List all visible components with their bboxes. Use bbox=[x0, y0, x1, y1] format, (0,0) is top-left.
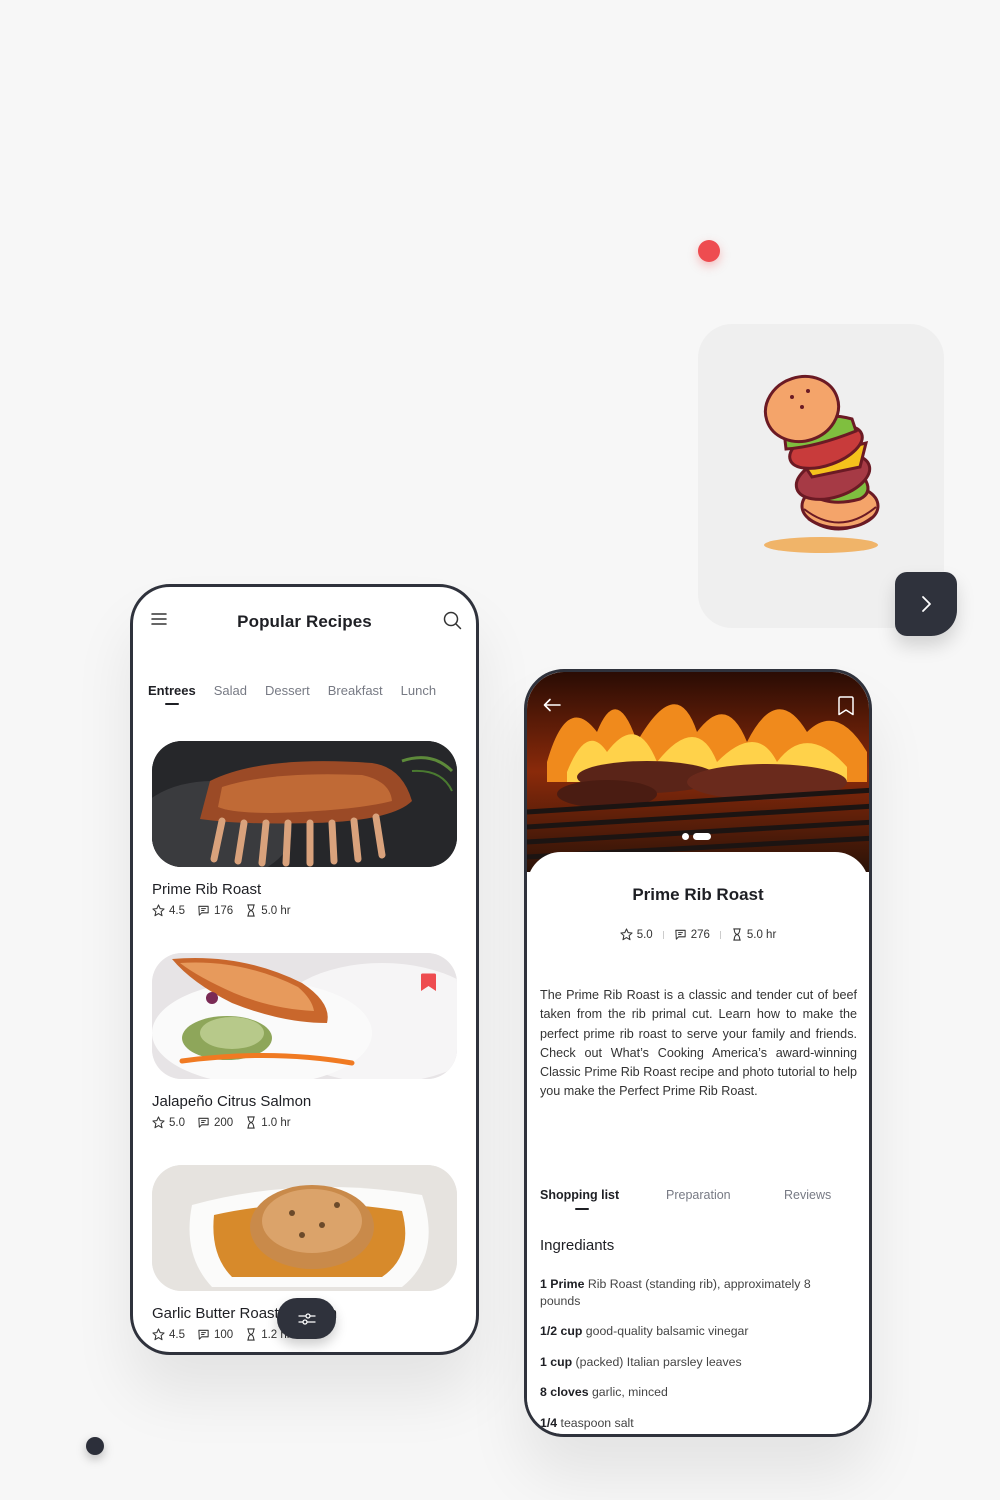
comment-icon bbox=[198, 905, 209, 916]
time-value: 5.0 hr bbox=[746, 928, 777, 941]
tab-lunch[interactable]: Lunch bbox=[401, 683, 436, 698]
divider bbox=[662, 930, 664, 939]
pager-dot-active[interactable] bbox=[693, 833, 711, 840]
recipe-list-phone: Popular Recipes Entrees Salad Dessert Br… bbox=[130, 584, 479, 1355]
hourglass-icon bbox=[733, 928, 741, 941]
recipe-meta: 5.0 200 1.0 hr bbox=[152, 1116, 459, 1129]
hourglass-icon bbox=[247, 1328, 255, 1341]
comment-icon bbox=[198, 1117, 209, 1128]
back-arrow-icon[interactable] bbox=[543, 698, 561, 712]
list-header: Popular Recipes bbox=[133, 587, 476, 657]
decorative-dark-dot bbox=[86, 1437, 104, 1455]
tab-entrees[interactable]: Entrees bbox=[148, 683, 196, 705]
recipe-name: Prime Rib Roast bbox=[152, 881, 262, 898]
ingredients-heading: Ingrediants bbox=[540, 1237, 615, 1254]
comment-icon bbox=[198, 1329, 209, 1340]
pager-dot[interactable] bbox=[682, 833, 689, 840]
recipe-image-salmon[interactable] bbox=[152, 953, 457, 1079]
ingredient-qty: 1 Prime bbox=[540, 1277, 585, 1291]
recipe-card[interactable]: Jalapeño Citrus Salmon 5.0 200 1.0 hr bbox=[152, 953, 459, 1129]
ingredient-text: garlic, minced bbox=[588, 1385, 668, 1399]
chevron-right-icon bbox=[922, 596, 931, 612]
ingredient-qty: 8 cloves bbox=[540, 1385, 589, 1399]
recipe-title: Prime Rib Roast bbox=[632, 885, 764, 904]
ingredient-qty: 1/4 bbox=[540, 1415, 558, 1430]
next-button[interactable] bbox=[895, 572, 957, 636]
burger-illustration bbox=[763, 374, 880, 553]
ingredient-text: teaspoon salt bbox=[557, 1415, 634, 1430]
filter-sliders-icon bbox=[297, 1312, 316, 1325]
comments-value: 276 bbox=[690, 928, 710, 941]
ingredient-text: (packed) Italian parsley leaves bbox=[572, 1354, 742, 1369]
time-value: 5.0 hr bbox=[261, 904, 291, 917]
recipe-image-rib-roast[interactable] bbox=[152, 741, 457, 867]
tab-reviews[interactable]: Reviews bbox=[784, 1188, 831, 1202]
search-icon[interactable] bbox=[443, 611, 462, 630]
star-icon bbox=[152, 1116, 165, 1129]
divider bbox=[719, 930, 721, 939]
recipe-meta: 5.0 276 5.0 hr bbox=[527, 928, 869, 941]
tab-dessert[interactable]: Dessert bbox=[265, 683, 310, 698]
tab-preparation[interactable]: Preparation bbox=[666, 1188, 731, 1202]
recipe-card[interactable]: Prime Rib Roast 4.5 176 5.0 hr bbox=[152, 741, 459, 917]
comments-value: 176 bbox=[214, 904, 234, 917]
star-icon bbox=[152, 1328, 165, 1341]
filter-button[interactable] bbox=[277, 1298, 336, 1339]
decorative-red-dot bbox=[698, 240, 720, 262]
recipe-meta: 4.5 176 5.0 hr bbox=[152, 904, 459, 917]
ingredient-item: 8 cloves garlic, minced bbox=[540, 1384, 840, 1401]
image-pager bbox=[682, 833, 711, 840]
ingredient-item: 1 Prime Rib Roast (standing rib), approx… bbox=[540, 1276, 840, 1309]
comments-value: 200 bbox=[214, 1116, 234, 1129]
bookmark-filled-icon[interactable] bbox=[420, 973, 437, 992]
rating-value: 5.0 bbox=[636, 928, 653, 941]
time-value: 1.0 hr bbox=[261, 1116, 291, 1129]
category-tabs: Entrees Salad Dessert Breakfast Lunch bbox=[148, 683, 454, 705]
rating-value: 4.5 bbox=[169, 1328, 185, 1341]
hourglass-icon bbox=[247, 904, 255, 917]
star-icon bbox=[620, 928, 633, 941]
recipe-detail-phone: Prime Rib Roast 5.0 276 5.0 hr The Prime… bbox=[524, 669, 872, 1437]
hourglass-icon bbox=[247, 1116, 255, 1129]
star-icon bbox=[152, 904, 165, 917]
recipe-name: Jalapeño Citrus Salmon bbox=[152, 1093, 312, 1110]
recipe-description: The Prime Rib Roast is a classic and ten… bbox=[540, 988, 857, 1099]
ingredient-text: good-quality balsamic vinegar bbox=[582, 1324, 749, 1338]
tab-shopping-list[interactable]: Shopping list bbox=[540, 1188, 619, 1210]
bookmark-outline-icon[interactable] bbox=[837, 696, 855, 716]
rating-value: 4.5 bbox=[169, 904, 185, 917]
ingredients-list: 1 Prime Rib Roast (standing rib), approx… bbox=[540, 1276, 840, 1434]
page-title: Popular Recipes bbox=[237, 612, 372, 631]
ingredient-qty: 1 cup bbox=[540, 1354, 573, 1369]
tab-breakfast[interactable]: Breakfast bbox=[328, 683, 383, 698]
comments-value: 100 bbox=[214, 1328, 234, 1341]
ingredient-qty: 1/2 cup bbox=[540, 1324, 583, 1338]
rating-value: 5.0 bbox=[169, 1116, 185, 1129]
ingredient-item: 1/4 teaspoon salt bbox=[540, 1415, 840, 1432]
recipe-image-chicken[interactable] bbox=[152, 1165, 457, 1291]
detail-sheet: Prime Rib Roast 5.0 276 5.0 hr The Prime… bbox=[527, 852, 869, 1434]
ingredient-item: 1/2 cup good-quality balsamic vinegar bbox=[540, 1323, 840, 1340]
comment-icon bbox=[675, 929, 686, 940]
tab-salad[interactable]: Salad bbox=[214, 683, 247, 698]
ingredient-item: 1 cup (packed) Italian parsley leaves bbox=[540, 1354, 840, 1371]
recipe-hero-image bbox=[527, 672, 869, 872]
